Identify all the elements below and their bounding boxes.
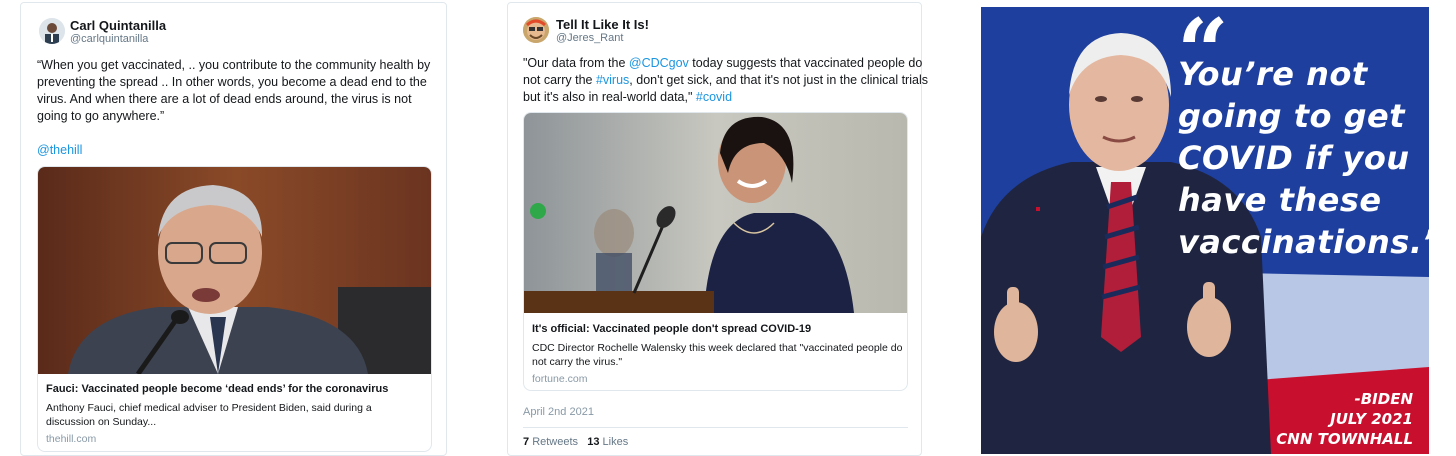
text-segment: "Our data from the <box>523 56 629 70</box>
description-line: Anthony Fauci, chief medical adviser to … <box>46 402 372 414</box>
text-segment: not carry the <box>523 73 596 87</box>
retweets-count: 7 <box>523 436 530 448</box>
tweet-text-line: not carry the #virus, don't get sick, an… <box>523 72 928 89</box>
credit-line: -BIDEN <box>1354 390 1414 408</box>
hashtag-link[interactable]: #virus <box>596 73 629 87</box>
quote-line: going to get <box>1178 97 1406 135</box>
tweet-text-line: going to go anywhere.” <box>37 109 165 123</box>
tweet-text-line: virus. And when there are a lot of dead … <box>37 92 412 106</box>
link-preview-card[interactable]: Fauci: Vaccinated people become ‘dead en… <box>37 166 432 452</box>
quote-line: You’re not <box>1178 55 1368 93</box>
tweet-card-left: Carl Quintanilla @carlquintanilla “When … <box>20 2 447 456</box>
article-photo-fauci <box>38 167 431 374</box>
link-card-description: CDC Director Rochelle Walensky this week… <box>532 341 904 369</box>
text-segment: , don't get sick, and that it's not just… <box>629 73 928 87</box>
text-segment: today suggests that vaccinated people do <box>688 56 923 70</box>
author-name[interactable]: Carl Quintanilla <box>70 18 166 33</box>
tweet-date[interactable]: April 2nd 2021 <box>523 406 594 418</box>
link-preview-card[interactable]: It's official: Vaccinated people don't s… <box>523 112 908 391</box>
mention-link[interactable]: @thehill <box>37 142 82 159</box>
link-card-description: Anthony Fauci, chief medical adviser to … <box>46 401 426 429</box>
tweet-text-line: preventing the spread .. In other words,… <box>37 75 427 89</box>
quote-poster: “ You’re not going to get COVID if you h… <box>981 7 1429 454</box>
retweets-label: Retweets <box>532 436 579 448</box>
credit-line: CNN TOWNHALL <box>1276 430 1413 448</box>
user-avatar-icon <box>523 17 549 43</box>
hashtag-link[interactable]: #covid <box>696 90 732 104</box>
link-card-domain: fortune.com <box>532 373 588 385</box>
author-name[interactable]: Tell It Like It Is! <box>556 17 649 32</box>
likes-count: 13 <box>587 436 600 448</box>
quote-line: have these <box>1178 181 1382 219</box>
article-photo-walensky <box>524 113 907 313</box>
mention-link[interactable]: @CDCgov <box>629 56 689 70</box>
link-card-domain: thehill.com <box>46 433 97 445</box>
tweet-text: “When you get vaccinated, .. you contrib… <box>37 57 437 125</box>
author-handle[interactable]: @Jeres_Rant <box>556 32 623 44</box>
quote-line: vaccinations.” <box>1178 223 1429 261</box>
tweet-text-line: “When you get vaccinated, .. you contrib… <box>37 58 431 72</box>
description-line: discussion on Sunday... <box>46 416 157 428</box>
avatar[interactable] <box>39 18 65 44</box>
divider <box>523 427 908 428</box>
user-avatar-icon <box>39 18 65 44</box>
text-segment: but it's also in real-world data," <box>523 90 696 104</box>
credit-line: JULY 2021 <box>1330 410 1413 428</box>
tweet-card-middle: Tell It Like It Is! @Jeres_Rant "Our dat… <box>507 2 928 456</box>
likes-stat[interactable]: 13 Likes <box>587 436 628 448</box>
avatar[interactable] <box>523 17 549 43</box>
description-line: not carry the virus." <box>532 356 623 368</box>
link-card-title: It's official: Vaccinated people don't s… <box>532 323 812 335</box>
description-line: CDC Director Rochelle Walensky this week… <box>532 342 903 354</box>
retweets-stat[interactable]: 7 Retweets <box>523 436 578 448</box>
link-card-title: Fauci: Vaccinated people become ‘dead en… <box>46 383 389 395</box>
tweet-stats: 7 Retweets 13 Likes <box>523 436 628 448</box>
quote-line: COVID if you <box>1178 139 1410 177</box>
tweet-text: "Our data from the @CDCgov today suggest… <box>523 55 928 106</box>
tweet-text-line: but it's also in real-world data," #covi… <box>523 89 918 106</box>
author-handle[interactable]: @carlquintanilla <box>70 33 148 45</box>
likes-label: Likes <box>602 436 629 448</box>
tweet-text-line: "Our data from the @CDCgov today suggest… <box>523 55 922 72</box>
